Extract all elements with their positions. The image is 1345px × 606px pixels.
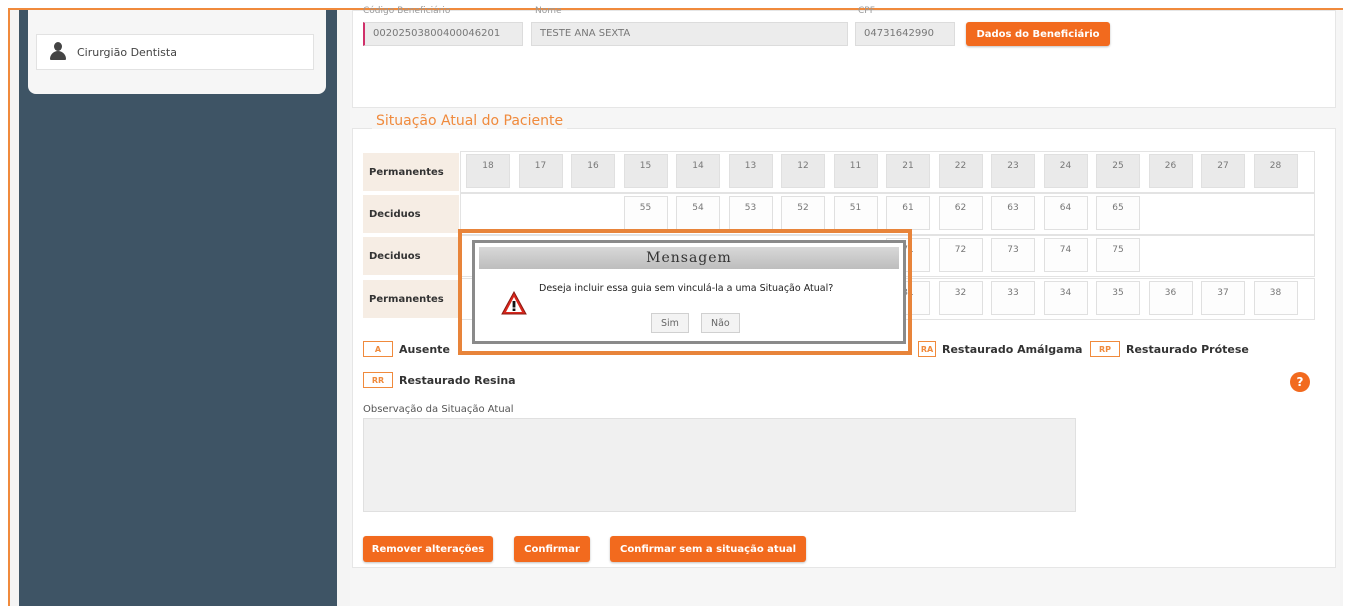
dialog-no-button[interactable]: Não [701, 313, 740, 333]
tooth-cell[interactable]: 21 [886, 154, 930, 188]
tooth-cell[interactable]: 28 [1253, 154, 1298, 188]
beneficiary-name-field[interactable]: TESTE ANA SEXTA [531, 22, 848, 46]
legend-restaurado-amalgama: RA Restaurado Amálgama [918, 341, 1082, 357]
tooth-row-label: Deciduos [363, 195, 459, 233]
legend-restaurado-protese: RP Restaurado Prótese [1090, 341, 1249, 357]
help-icon[interactable]: ? [1290, 372, 1310, 392]
dialog-message: Deseja incluir essa guia sem vinculá-la … [539, 283, 834, 294]
sidebar-item-cirurgiao-dentista[interactable]: Cirurgião Dentista [36, 34, 314, 70]
tooth-cell[interactable]: 27 [1201, 154, 1245, 188]
legend-code: RP [1090, 341, 1120, 357]
dialog-yes-button[interactable]: Sim [651, 313, 689, 333]
legend-label: Restaurado Resina [399, 373, 516, 387]
code-label: Código Beneficiário [363, 6, 451, 16]
legend-label: Restaurado Prótese [1126, 342, 1249, 356]
tooth-cell[interactable]: 24 [1043, 154, 1088, 188]
tooth-cell[interactable]: 26 [1148, 154, 1193, 188]
situation-title: Situação Atual do Paciente [372, 113, 568, 129]
cpf-label: CPF [858, 6, 875, 16]
legend-label: Restaurado Amálgama [942, 342, 1083, 356]
tooth-cell[interactable]: 15 [623, 154, 668, 188]
tooth-cell[interactable]: 11 [833, 154, 878, 188]
confirm-button[interactable]: Confirmar [514, 536, 590, 562]
sidebar-item-label: Cirurgião Dentista [77, 45, 177, 59]
tooth-row-label: Deciduos [363, 237, 459, 275]
remove-changes-button[interactable]: Remover alterações [363, 536, 493, 562]
beneficiary-code-field[interactable]: 00202503800400046201 [363, 22, 523, 46]
legend-ausente: A Ausente [363, 341, 450, 357]
tooth-cell[interactable]: 54 [676, 196, 720, 230]
tooth-cell[interactable]: 12 [781, 154, 825, 188]
tooth-cell[interactable]: 53 [728, 196, 773, 230]
message-dialog: Mensagem Deseja incluir essa guia sem vi… [472, 240, 906, 344]
tooth-cell[interactable]: 34 [1043, 281, 1088, 315]
tooth-cell[interactable]: 13 [728, 154, 773, 188]
tooth-cell[interactable]: 32 [938, 281, 983, 315]
tooth-cell[interactable]: 64 [1043, 196, 1088, 230]
tooth-cell[interactable]: 74 [1043, 238, 1088, 272]
user-icon [49, 42, 67, 62]
beneficiary-cpf-field[interactable]: 04731642990 [855, 22, 955, 46]
tooth-cell[interactable]: 55 [623, 196, 668, 230]
legend-label: Ausente [399, 342, 450, 356]
tooth-row-label: Permanentes [363, 153, 459, 191]
tooth-cell[interactable]: 52 [781, 196, 825, 230]
tooth-cell[interactable]: 65 [1096, 196, 1140, 230]
confirm-without-situation-button[interactable]: Confirmar sem a situação atual [610, 536, 806, 562]
tooth-cell[interactable]: 18 [466, 154, 510, 188]
tooth-cell[interactable]: 23 [991, 154, 1035, 188]
tooth-cell[interactable]: 51 [833, 196, 878, 230]
legend-restaurado-resina: RR Restaurado Resina [363, 372, 516, 388]
tooth-row-label: Permanentes [363, 280, 459, 318]
tooth-cell[interactable]: 72 [938, 238, 983, 272]
sidebar [19, 10, 337, 606]
legend-code: A [363, 341, 393, 357]
tooth-cell[interactable]: 38 [1253, 281, 1298, 315]
tooth-cell[interactable]: 37 [1201, 281, 1245, 315]
tooth-cell[interactable]: 22 [938, 154, 983, 188]
legend-code: RA [918, 341, 936, 357]
tooth-cell[interactable]: 35 [1096, 281, 1140, 315]
tooth-cell[interactable]: 25 [1096, 154, 1140, 188]
tooth-cell[interactable]: 75 [1096, 238, 1140, 272]
tooth-cell[interactable]: 36 [1148, 281, 1193, 315]
tooth-cell[interactable]: 16 [571, 154, 615, 188]
observation-textarea[interactable] [363, 418, 1076, 512]
tooth-cell[interactable]: 14 [676, 154, 720, 188]
warning-icon [501, 291, 527, 315]
legend-code: RR [363, 372, 393, 388]
tooth-cell[interactable]: 17 [518, 154, 563, 188]
dialog-title: Mensagem [479, 247, 899, 269]
tooth-cell[interactable]: 61 [886, 196, 930, 230]
tooth-cell[interactable]: 63 [991, 196, 1035, 230]
name-label: Nome [535, 6, 562, 16]
tooth-cell[interactable]: 73 [991, 238, 1035, 272]
beneficiary-details-button[interactable]: Dados do Beneficiário [966, 22, 1110, 46]
tooth-cell[interactable]: 33 [991, 281, 1035, 315]
tooth-cell[interactable]: 62 [938, 196, 983, 230]
observation-label: Observação da Situação Atual [363, 404, 514, 415]
